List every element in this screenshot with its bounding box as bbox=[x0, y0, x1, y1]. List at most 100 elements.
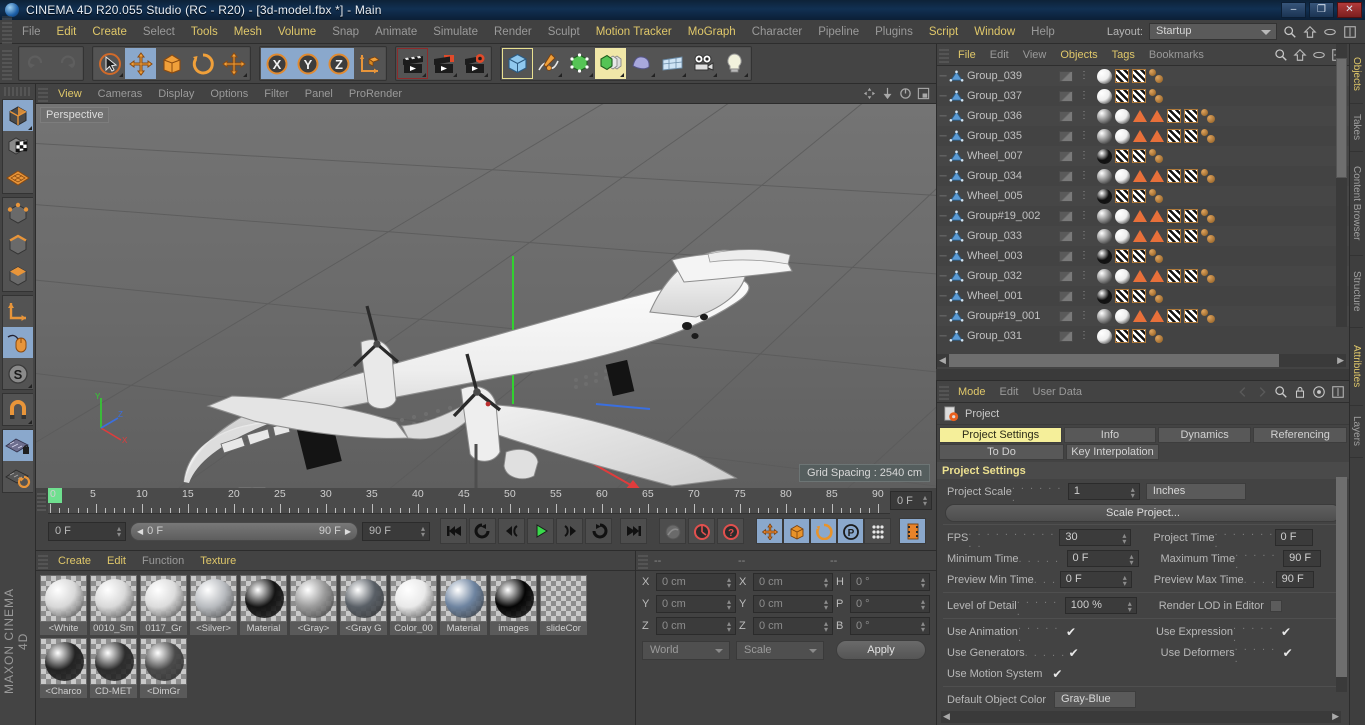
texture-tag-icon[interactable] bbox=[1184, 129, 1198, 143]
coordinate-mode-dropdown[interactable]: Scale bbox=[736, 640, 824, 660]
material-tag-icon[interactable] bbox=[1097, 208, 1112, 224]
object-menu-tags[interactable]: Tags bbox=[1105, 44, 1142, 66]
selection-tag-icon[interactable] bbox=[1201, 208, 1217, 224]
fps-field[interactable]: 30 ▴ ▾ bbox=[1059, 529, 1132, 546]
make-editable-button[interactable] bbox=[3, 100, 33, 131]
go-to-start-button[interactable] bbox=[440, 518, 467, 544]
viewport-3d-canvas[interactable]: Perspective Grid Spacing : 2540 cm Y X Z bbox=[36, 104, 936, 488]
viewport-menu-prorender[interactable]: ProRender bbox=[341, 84, 410, 104]
key-rotation-button[interactable] bbox=[810, 518, 837, 544]
texture-tag-icon[interactable] bbox=[1115, 249, 1129, 263]
texture-tag-icon[interactable] bbox=[1184, 169, 1198, 183]
record-active-objects-button[interactable] bbox=[688, 518, 715, 544]
add-environment-button[interactable] bbox=[657, 48, 688, 79]
material-tag-icon[interactable] bbox=[1097, 288, 1112, 304]
layer-swatch-icon[interactable] bbox=[1059, 70, 1073, 82]
layout-dropdown[interactable]: Startup bbox=[1149, 23, 1277, 40]
texture-tag-icon[interactable] bbox=[1132, 69, 1146, 83]
material-tag-icon[interactable] bbox=[1097, 88, 1112, 104]
step-forward-button[interactable] bbox=[556, 518, 583, 544]
viewport-menu-cameras[interactable]: Cameras bbox=[90, 84, 151, 104]
material-tag-icon[interactable] bbox=[1097, 268, 1112, 284]
project-scale-field[interactable]: 1 ▴ ▾ bbox=[1067, 483, 1140, 500]
selection-tag-icon[interactable] bbox=[1149, 248, 1165, 264]
object-row[interactable]: ─ Group_031 ⋮ bbox=[937, 326, 1349, 346]
level-of-detail-field[interactable]: 100 % ▴ ▾ bbox=[1064, 597, 1137, 614]
stepper-icon[interactable]: ▴ ▾ bbox=[727, 576, 731, 590]
render-region-button[interactable] bbox=[428, 48, 459, 79]
go-to-end-button[interactable] bbox=[620, 518, 647, 544]
visibility-dots-icon[interactable]: ⋮ bbox=[1079, 251, 1089, 261]
stepper-icon[interactable]: ▴ ▾ bbox=[824, 598, 828, 612]
home-icon[interactable] bbox=[1293, 48, 1307, 62]
maximize-view-icon[interactable] bbox=[917, 87, 930, 100]
add-deformer-button[interactable] bbox=[626, 48, 657, 79]
dock-tab-layers[interactable]: Layers bbox=[1350, 406, 1363, 458]
object-axis-button[interactable] bbox=[3, 296, 33, 327]
eye-icon[interactable] bbox=[1312, 48, 1326, 62]
default-object-color-dropdown[interactable]: Gray-Blue bbox=[1054, 691, 1137, 708]
attribute-tab-info[interactable]: Info bbox=[1064, 427, 1156, 443]
layer-swatch-icon[interactable] bbox=[1059, 190, 1073, 202]
stepper-icon[interactable]: ▴ ▾ bbox=[421, 524, 425, 538]
stepper-icon[interactable]: ▴ ▾ bbox=[1123, 574, 1127, 588]
texture-tag-icon[interactable] bbox=[1132, 89, 1146, 103]
apply-button[interactable]: Apply bbox=[836, 640, 926, 660]
preview-min-time-field[interactable]: 0 F ▴ ▾ bbox=[1059, 571, 1132, 588]
object-row[interactable]: ─ Group_032 ⋮ bbox=[937, 266, 1349, 286]
material-preview[interactable] bbox=[140, 638, 187, 685]
coord-rotation-field[interactable]: 0 ° ▴ ▾ bbox=[850, 595, 930, 613]
material-preview[interactable] bbox=[390, 575, 437, 622]
material-menu-edit[interactable]: Edit bbox=[99, 551, 134, 571]
y-axis-button[interactable]: Y bbox=[292, 48, 323, 79]
attribute-menu-edit[interactable]: Edit bbox=[993, 381, 1026, 403]
material-item[interactable]: Material bbox=[440, 575, 487, 635]
object-row[interactable]: ─ Group#19_001 ⋮ bbox=[937, 306, 1349, 326]
layer-swatch-icon[interactable] bbox=[1059, 170, 1073, 182]
material-tag-icon[interactable] bbox=[1097, 108, 1112, 124]
visibility-dots-icon[interactable]: ⋮ bbox=[1079, 311, 1089, 321]
move-tool-secondary-button[interactable] bbox=[218, 48, 249, 79]
selection-tag-icon[interactable] bbox=[1201, 128, 1217, 144]
x-axis-button[interactable]: X bbox=[261, 48, 292, 79]
use-motion-system-checkbox[interactable]: ✔ bbox=[1052, 668, 1064, 680]
timeline-ruler[interactable]: 0 5 10 15 20 25 30 35 40 45 50 55 60 65 70 75 80 85 90 bbox=[48, 488, 890, 514]
stepper-icon[interactable]: ▴ ▾ bbox=[824, 620, 828, 634]
attribute-menu-grip[interactable] bbox=[939, 383, 949, 400]
object-row[interactable]: ─ Wheel_005 ⋮ bbox=[937, 186, 1349, 206]
viewport-menu-options[interactable]: Options bbox=[202, 84, 256, 104]
world-object-coordinate-button[interactable] bbox=[354, 48, 385, 79]
texture-tag-icon[interactable] bbox=[1115, 189, 1129, 203]
texture-tag-icon[interactable] bbox=[1167, 209, 1181, 223]
viewport-menu-filter[interactable]: Filter bbox=[256, 84, 296, 104]
snap-settings-button[interactable]: S bbox=[3, 358, 33, 389]
add-generator-button[interactable] bbox=[564, 48, 595, 79]
stepper-icon[interactable]: ▴ ▾ bbox=[1130, 553, 1134, 567]
object-row[interactable]: ─ Wheel_001 ⋮ bbox=[937, 286, 1349, 306]
selection-tag-icon[interactable] bbox=[1149, 68, 1165, 84]
attribute-tab-project-settings[interactable]: Project Settings bbox=[939, 427, 1063, 443]
layer-swatch-icon[interactable] bbox=[1059, 250, 1073, 262]
texture-tag-icon[interactable] bbox=[1132, 329, 1146, 343]
object-row[interactable]: ─ Group_034 ⋮ bbox=[937, 166, 1349, 186]
phong-tag-icon[interactable] bbox=[1150, 310, 1164, 322]
material-item[interactable]: <Charco bbox=[40, 638, 87, 698]
material-tag-icon[interactable] bbox=[1097, 148, 1112, 164]
material-tag-icon[interactable] bbox=[1097, 168, 1112, 184]
coordinates-grip[interactable] bbox=[638, 552, 648, 569]
object-menu-edit[interactable]: Edit bbox=[983, 44, 1016, 66]
visibility-dots-icon[interactable]: ⋮ bbox=[1079, 111, 1089, 121]
stepper-icon[interactable]: ▴ ▾ bbox=[921, 620, 925, 634]
use-expression-checkbox[interactable]: ✔ bbox=[1281, 626, 1293, 638]
stepper-icon[interactable]: ▴ ▾ bbox=[1122, 532, 1126, 546]
texture-tag-icon[interactable] bbox=[1132, 249, 1146, 263]
visibility-dots-icon[interactable]: ⋮ bbox=[1079, 271, 1089, 281]
timeline-toggle-button[interactable] bbox=[899, 518, 926, 544]
menu-grip[interactable] bbox=[2, 15, 12, 48]
coord-size-field[interactable]: 0 cm ▴ ▾ bbox=[753, 595, 833, 613]
material-item[interactable]: Color_00 bbox=[390, 575, 437, 635]
object-menu-bookmarks[interactable]: Bookmarks bbox=[1142, 44, 1211, 66]
stepper-icon[interactable]: ▴ ▾ bbox=[1128, 600, 1132, 614]
selection-tag-icon[interactable] bbox=[1201, 228, 1217, 244]
object-list-hscrollbar-thumb[interactable] bbox=[949, 354, 1279, 367]
